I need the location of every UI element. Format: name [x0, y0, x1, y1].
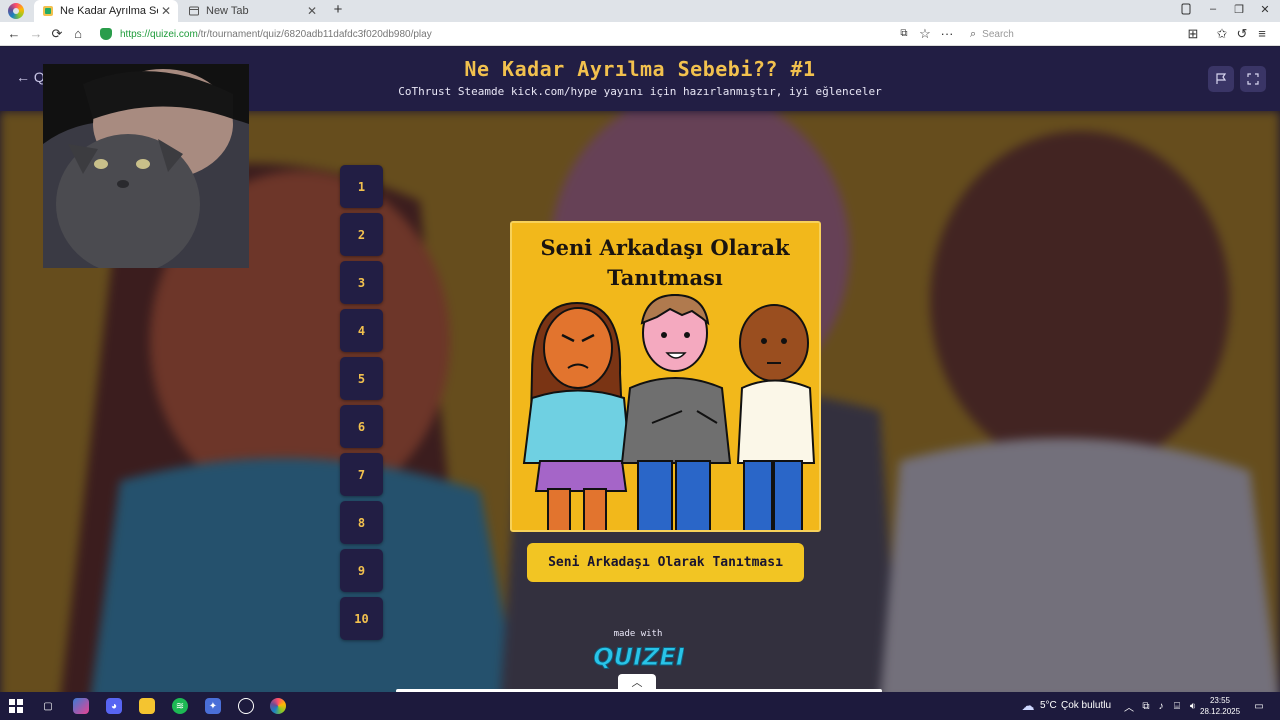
network-icon[interactable]: ⌸ — [1169, 698, 1185, 714]
question-number-button[interactable]: 7 — [340, 453, 383, 496]
choice-image-card[interactable]: Seni Arkadaşı Olarak Tanıtması — [510, 221, 821, 532]
browser-taskbar-icon[interactable] — [270, 698, 286, 714]
address-bar[interactable]: https://quizei.com/tr/tournament/quiz/68… — [96, 24, 948, 44]
made-with-label: made with — [613, 629, 663, 639]
app-icon[interactable]: ✦ — [205, 698, 221, 714]
star-icon[interactable]: ☆ — [916, 25, 934, 43]
minimize-button[interactable]: – — [1205, 3, 1221, 15]
url-text: https://quizei.com/tr/tournament/quiz/68… — [120, 28, 432, 40]
question-number-button[interactable]: 2 — [340, 213, 383, 256]
tab-quiz[interactable]: Ne Kadar Ayrılma Sebebi?? #1 ✕ — [34, 0, 178, 22]
weather-text[interactable]: Çok bulutlu — [1061, 700, 1111, 711]
browser-logo-icon[interactable] — [8, 3, 24, 19]
weather-temp[interactable]: 5°C — [1040, 700, 1057, 711]
search-icon: ⌕ — [970, 27, 977, 40]
home-button[interactable]: ⌂ — [69, 25, 87, 43]
question-number-button[interactable]: 3 — [340, 261, 383, 304]
volume-icon[interactable]: 🔉︎ — [1185, 698, 1201, 714]
more-icon[interactable]: ··· — [938, 25, 956, 43]
tab-new[interactable]: New Tab ✕ — [180, 0, 324, 22]
search-placeholder: Search — [982, 28, 1014, 40]
svg-text:QUIZEI: QUIZEI — [594, 643, 684, 671]
tray-app-icon[interactable]: ⧉ — [1138, 698, 1154, 714]
card-title-line1: Seni Arkadaşı Olarak — [540, 235, 790, 260]
choice-label-button[interactable]: Seni Arkadaşı Olarak Tanıtması — [527, 543, 804, 582]
close-window-button[interactable]: ✕ — [1257, 3, 1273, 16]
tab-title: New Tab — [206, 5, 249, 17]
question-number-button[interactable]: 9 — [340, 549, 383, 592]
task-view-icon[interactable]: ▢ — [40, 698, 56, 714]
windows-start-icon[interactable] — [8, 698, 24, 714]
quizei-favicon-icon — [42, 5, 54, 17]
tab-count-icon[interactable] — [1178, 3, 1194, 18]
taskbar-clock[interactable]: 23:55 28.12.2025 — [1200, 695, 1240, 717]
translate-icon[interactable]: ⧉ — [895, 25, 913, 43]
weather-cloud-icon: ☁ — [1021, 698, 1035, 713]
close-tab-icon[interactable]: ✕ — [304, 4, 320, 18]
spotify-icon[interactable]: ≋ — [172, 698, 188, 714]
flag-icon[interactable] — [1208, 66, 1234, 92]
discord-icon[interactable]: ◕ — [106, 698, 122, 714]
obs-icon[interactable] — [238, 698, 254, 714]
quiz-page: ← Q Ne Kadar Ayrılma Sebebi?? #1 CoThrus… — [0, 47, 1280, 692]
microphone-icon[interactable]: ♪ — [1153, 698, 1169, 714]
os-taskbar: ▢ ◕ ≋ ✦ ☁ 5°C Çok bulutlu ︿ ⧉ ♪ ⌸ 🔉︎ 23:… — [0, 692, 1280, 720]
browser-tab-bar: Ne Kadar Ayrılma Sebebi?? #1 ✕ New Tab ✕… — [0, 0, 1280, 22]
menu-icon[interactable]: ≡ — [1253, 25, 1271, 43]
webcam-overlay — [43, 64, 249, 268]
question-number-button[interactable]: 4 — [340, 309, 383, 352]
shield-icon — [100, 28, 112, 40]
question-number-button[interactable]: 5 — [340, 357, 383, 400]
tab-title: Ne Kadar Ayrılma Sebebi?? #1 — [60, 5, 158, 17]
history-icon[interactable]: ↺ — [1233, 25, 1251, 43]
forward-button[interactable]: → — [27, 25, 45, 43]
question-number-button[interactable]: 8 — [340, 501, 383, 544]
browser-nav-bar: ← → ⟳ ⌂ https://quizei.com/tr/tournament… — [0, 22, 1280, 46]
page-icon — [188, 5, 200, 17]
file-explorer-icon[interactable] — [139, 698, 155, 714]
favorites-icon[interactable]: ✩ — [1213, 25, 1231, 43]
tray-chevron-up-icon[interactable]: ︿ — [1121, 698, 1137, 714]
quizei-logo[interactable]: QUIZEI — [594, 641, 684, 672]
search-input[interactable]: ⌕ Search — [966, 24, 1176, 44]
restore-button[interactable]: ❐ — [1231, 3, 1247, 16]
back-button[interactable]: ← — [5, 25, 23, 43]
question-number-button[interactable]: 6 — [340, 405, 383, 448]
reload-button[interactable]: ⟳ — [48, 25, 66, 43]
question-number-button[interactable]: 1 — [340, 165, 383, 208]
question-number-button[interactable]: 10 — [340, 597, 383, 640]
apps-icon[interactable]: ⊞ — [1184, 25, 1202, 43]
card-title-line2: Tanıtması — [607, 265, 723, 290]
copilot-icon[interactable] — [73, 698, 89, 714]
new-tab-button[interactable]: + — [330, 2, 346, 18]
fullscreen-icon[interactable] — [1240, 66, 1266, 92]
notifications-icon[interactable]: ▭ — [1251, 698, 1267, 714]
close-tab-icon[interactable]: ✕ — [158, 4, 174, 18]
